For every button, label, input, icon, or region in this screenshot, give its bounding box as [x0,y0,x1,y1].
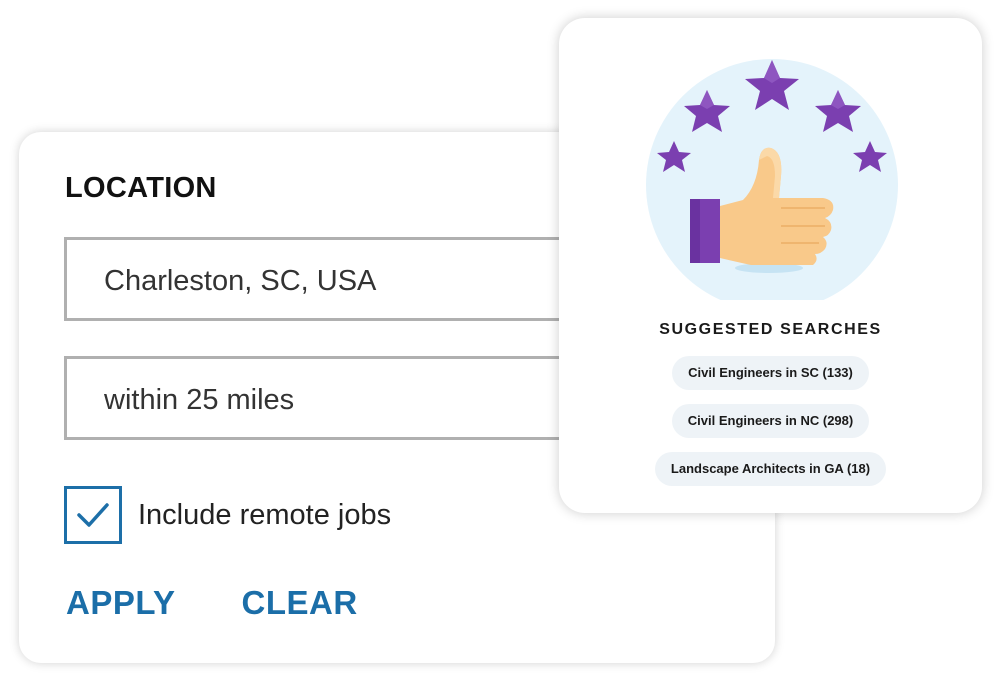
suggested-searches-list: Civil Engineers in SC (133) Civil Engine… [559,356,982,486]
remote-jobs-row: Include remote jobs [64,484,391,546]
checkmark-icon [77,503,109,527]
suggested-search-chip[interactable]: Landscape Architects in GA (18) [654,452,887,486]
suggested-search-chip[interactable]: Civil Engineers in SC (133) [672,356,869,390]
apply-button[interactable]: APPLY [66,584,176,622]
radius-select-value: within 25 miles [104,384,295,416]
stage: LOCATION Charleston, SC, USA within 25 m… [0,0,1000,682]
location-heading: LOCATION [65,172,217,204]
clear-button[interactable]: CLEAR [242,584,358,622]
location-input-value: Charleston, SC, USA [104,265,377,297]
suggested-search-chip[interactable]: Civil Engineers in NC (298) [671,404,870,438]
thumbs-up-stars-icon [646,59,898,300]
remote-jobs-label: Include remote jobs [138,498,392,531]
radius-select[interactable]: within 25 miles [64,356,604,440]
location-input[interactable]: Charleston, SC, USA [64,237,604,321]
suggested-searches-card: SUGGESTED SEARCHES Civil Engineers in SC… [559,18,982,513]
filter-actions: APPLY CLEAR [66,584,358,622]
remote-jobs-checkbox[interactable] [64,486,122,544]
suggested-searches-heading: SUGGESTED SEARCHES [659,321,882,338]
